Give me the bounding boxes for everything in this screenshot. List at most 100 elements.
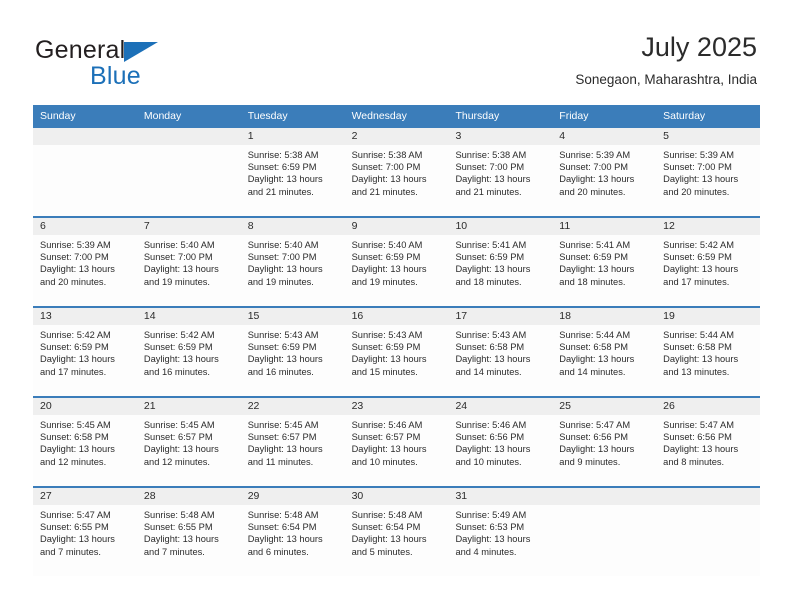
day-detail-line: Sunrise: 5:43 AM (455, 330, 527, 340)
day-detail-line: Sunrise: 5:40 AM (351, 240, 423, 250)
day-cell-28[interactable]: 28 Sunrise: 5:48 AM Sunset: 6:55 PM Dayligh… (136, 488, 241, 576)
weekday-header-wednesday: Wednesday (351, 110, 407, 122)
day-detail-line: Daylight: 13 hours (247, 264, 323, 275)
day-cell-21[interactable]: 21 Sunrise: 5:45 AM Sunset: 6:57 PM Dayligh… (136, 398, 241, 486)
day-details (552, 505, 656, 509)
calendar-weeks: 1 Sunrise: 5:38 AM Sunset: 6:59 PM Daylight… (33, 128, 761, 576)
day-cell-6[interactable]: 6 Sunrise: 5:39 AM Sunset: 7:00 PM Daylight… (33, 218, 137, 306)
day-detail-line: Sunrise: 5:47 AM (559, 420, 631, 430)
day-cell-27[interactable]: 27 Sunrise: 5:47 AM Sunset: 6:55 PM Dayligh… (33, 488, 137, 576)
day-detail-line: Sunset: 6:58 PM (663, 342, 732, 353)
day-number: 11 (552, 218, 657, 235)
day-cell-19[interactable]: 19 Sunrise: 5:44 AM Sunset: 6:58 PM Dayligh… (656, 308, 761, 396)
day-details: Sunrise: 5:43 AM Sunset: 6:58 PM Daylight:… (448, 325, 552, 378)
day-cell-13[interactable]: 13 Sunrise: 5:42 AM Sunset: 6:59 PM Dayligh… (33, 308, 137, 396)
day-cell-12[interactable]: 12 Sunrise: 5:42 AM Sunset: 6:59 PM Dayligh… (656, 218, 761, 306)
day-detail-line: Daylight: 13 hours (143, 354, 219, 365)
day-cell-empty (136, 128, 241, 216)
calendar-week-row: 6 Sunrise: 5:39 AM Sunset: 7:00 PM Daylight… (33, 216, 761, 306)
day-number: 22 (240, 398, 345, 415)
day-detail-line: Daylight: 13 hours (455, 354, 531, 365)
day-cell-25[interactable]: 25 Sunrise: 5:47 AM Sunset: 6:56 PM Dayligh… (552, 398, 657, 486)
day-detail-line: Daylight: 13 hours (143, 444, 219, 455)
day-details: Sunrise: 5:48 AM Sunset: 6:54 PM Daylight:… (241, 505, 345, 558)
day-cell-10[interactable]: 10 Sunrise: 5:41 AM Sunset: 6:59 PM Dayligh… (448, 218, 553, 306)
day-details: Sunrise: 5:40 AM Sunset: 7:00 PM Daylight:… (137, 235, 241, 288)
day-detail-line: Sunset: 6:56 PM (559, 432, 629, 443)
day-number: 31 (448, 488, 553, 505)
day-cell-2[interactable]: 2 Sunrise: 5:38 AM Sunset: 7:00 PM Daylight… (344, 128, 449, 216)
day-cell-7[interactable]: 7 Sunrise: 5:40 AM Sunset: 7:00 PM Daylight… (136, 218, 241, 306)
day-details (656, 505, 760, 509)
day-detail-line: Sunset: 6:55 PM (40, 522, 109, 533)
day-detail-line: and 8 minutes. (663, 456, 725, 467)
calendar-grid: Sunday Monday Tuesday Wednesday Thursday Frid… (33, 105, 761, 576)
page-subtitle: Sonegaon, Maharashtra, India (575, 72, 757, 87)
weekday-header-sunday: Sunday (40, 110, 76, 122)
day-detail-line: Sunset: 6:59 PM (247, 162, 317, 173)
calendar-week-row: 13 Sunrise: 5:42 AM Sunset: 6:59 PM Dayligh… (33, 306, 761, 396)
day-detail-line: and 13 minutes. (663, 366, 730, 377)
day-number: 6 (33, 218, 137, 235)
day-detail-line: and 15 minutes. (351, 366, 418, 377)
day-detail-line: Sunrise: 5:42 AM (663, 240, 734, 250)
day-cell-1[interactable]: 1 Sunrise: 5:38 AM Sunset: 6:59 PM Daylight… (240, 128, 345, 216)
day-detail-line: Daylight: 13 hours (351, 534, 427, 545)
day-cell-8[interactable]: 8 Sunrise: 5:40 AM Sunset: 7:00 PM Daylight… (240, 218, 345, 306)
day-detail-line: Sunrise: 5:45 AM (143, 420, 215, 430)
day-cell-5[interactable]: 5 Sunrise: 5:39 AM Sunset: 7:00 PM Daylight… (656, 128, 761, 216)
day-detail-line: Daylight: 13 hours (40, 444, 115, 455)
day-detail-line: and 16 minutes. (143, 366, 211, 377)
page-title: July 2025 (641, 32, 757, 62)
day-detail-line: and 20 minutes. (663, 186, 730, 197)
day-cell-31[interactable]: 31 Sunrise: 5:49 AM Sunset: 6:53 PM Dayligh… (448, 488, 553, 576)
day-cell-9[interactable]: 9 Sunrise: 5:40 AM Sunset: 6:59 PM Daylight… (344, 218, 449, 306)
day-cell-20[interactable]: 20 Sunrise: 5:45 AM Sunset: 6:58 PM Dayligh… (33, 398, 137, 486)
day-detail-line: Sunset: 6:59 PM (559, 252, 629, 263)
day-details (33, 145, 137, 149)
day-detail-line: Sunrise: 5:44 AM (663, 330, 734, 340)
day-detail-line: Daylight: 13 hours (40, 264, 115, 275)
day-detail-line: and 17 minutes. (40, 366, 107, 377)
day-cell-3[interactable]: 3 Sunrise: 5:38 AM Sunset: 7:00 PM Daylight… (448, 128, 553, 216)
weekday-header-monday: Monday (143, 110, 182, 122)
day-number (552, 488, 657, 505)
weekday-header-tuesday: Tuesday (247, 110, 288, 122)
day-detail-line: Daylight: 13 hours (455, 444, 531, 455)
day-number: 23 (344, 398, 449, 415)
day-cell-24[interactable]: 24 Sunrise: 5:46 AM Sunset: 6:56 PM Dayligh… (448, 398, 553, 486)
day-details: Sunrise: 5:45 AM Sunset: 6:58 PM Daylight:… (33, 415, 137, 468)
day-detail-line: Daylight: 13 hours (351, 174, 427, 185)
day-cell-22[interactable]: 22 Sunrise: 5:45 AM Sunset: 6:57 PM Dayligh… (240, 398, 345, 486)
day-detail-line: Sunset: 7:00 PM (40, 252, 109, 263)
day-detail-line: Daylight: 13 hours (351, 354, 427, 365)
day-detail-line: and 7 minutes. (40, 546, 101, 557)
day-cell-23[interactable]: 23 Sunrise: 5:46 AM Sunset: 6:57 PM Dayligh… (344, 398, 449, 486)
day-number: 3 (448, 128, 553, 145)
day-detail-line: Sunrise: 5:44 AM (559, 330, 631, 340)
day-detail-line: Sunrise: 5:46 AM (455, 420, 527, 430)
day-detail-line: Sunrise: 5:39 AM (559, 150, 631, 160)
day-details: Sunrise: 5:44 AM Sunset: 6:58 PM Daylight:… (552, 325, 656, 378)
day-number: 26 (656, 398, 761, 415)
day-details: Sunrise: 5:39 AM Sunset: 7:00 PM Daylight:… (552, 145, 656, 198)
day-details: Sunrise: 5:41 AM Sunset: 6:59 PM Daylight:… (552, 235, 656, 288)
day-cell-30[interactable]: 30 Sunrise: 5:48 AM Sunset: 6:54 PM Dayligh… (344, 488, 449, 576)
day-number: 18 (552, 308, 657, 325)
day-detail-line: Sunrise: 5:45 AM (247, 420, 319, 430)
day-detail-line: Sunset: 6:58 PM (455, 342, 525, 353)
day-cell-4[interactable]: 4 Sunrise: 5:39 AM Sunset: 7:00 PM Daylight… (552, 128, 657, 216)
day-cell-16[interactable]: 16 Sunrise: 5:43 AM Sunset: 6:59 PM Dayligh… (344, 308, 449, 396)
day-cell-17[interactable]: 17 Sunrise: 5:43 AM Sunset: 6:58 PM Dayligh… (448, 308, 553, 396)
day-cell-29[interactable]: 29 Sunrise: 5:48 AM Sunset: 6:54 PM Dayligh… (240, 488, 345, 576)
logo-word-blue: Blue (90, 62, 141, 90)
day-cell-15[interactable]: 15 Sunrise: 5:43 AM Sunset: 6:59 PM Dayligh… (240, 308, 345, 396)
day-cell-11[interactable]: 11 Sunrise: 5:41 AM Sunset: 6:59 PM Dayligh… (552, 218, 657, 306)
day-cell-14[interactable]: 14 Sunrise: 5:42 AM Sunset: 6:59 PM Dayligh… (136, 308, 241, 396)
general-blue-logo[interactable]: General Blue (35, 36, 255, 90)
day-details: Sunrise: 5:45 AM Sunset: 6:57 PM Daylight:… (137, 415, 241, 468)
day-cell-18[interactable]: 18 Sunrise: 5:44 AM Sunset: 6:58 PM Dayligh… (552, 308, 657, 396)
day-cell-26[interactable]: 26 Sunrise: 5:47 AM Sunset: 6:56 PM Dayligh… (656, 398, 761, 486)
day-detail-line: Daylight: 13 hours (247, 174, 323, 185)
day-details: Sunrise: 5:40 AM Sunset: 6:59 PM Daylight:… (345, 235, 449, 288)
